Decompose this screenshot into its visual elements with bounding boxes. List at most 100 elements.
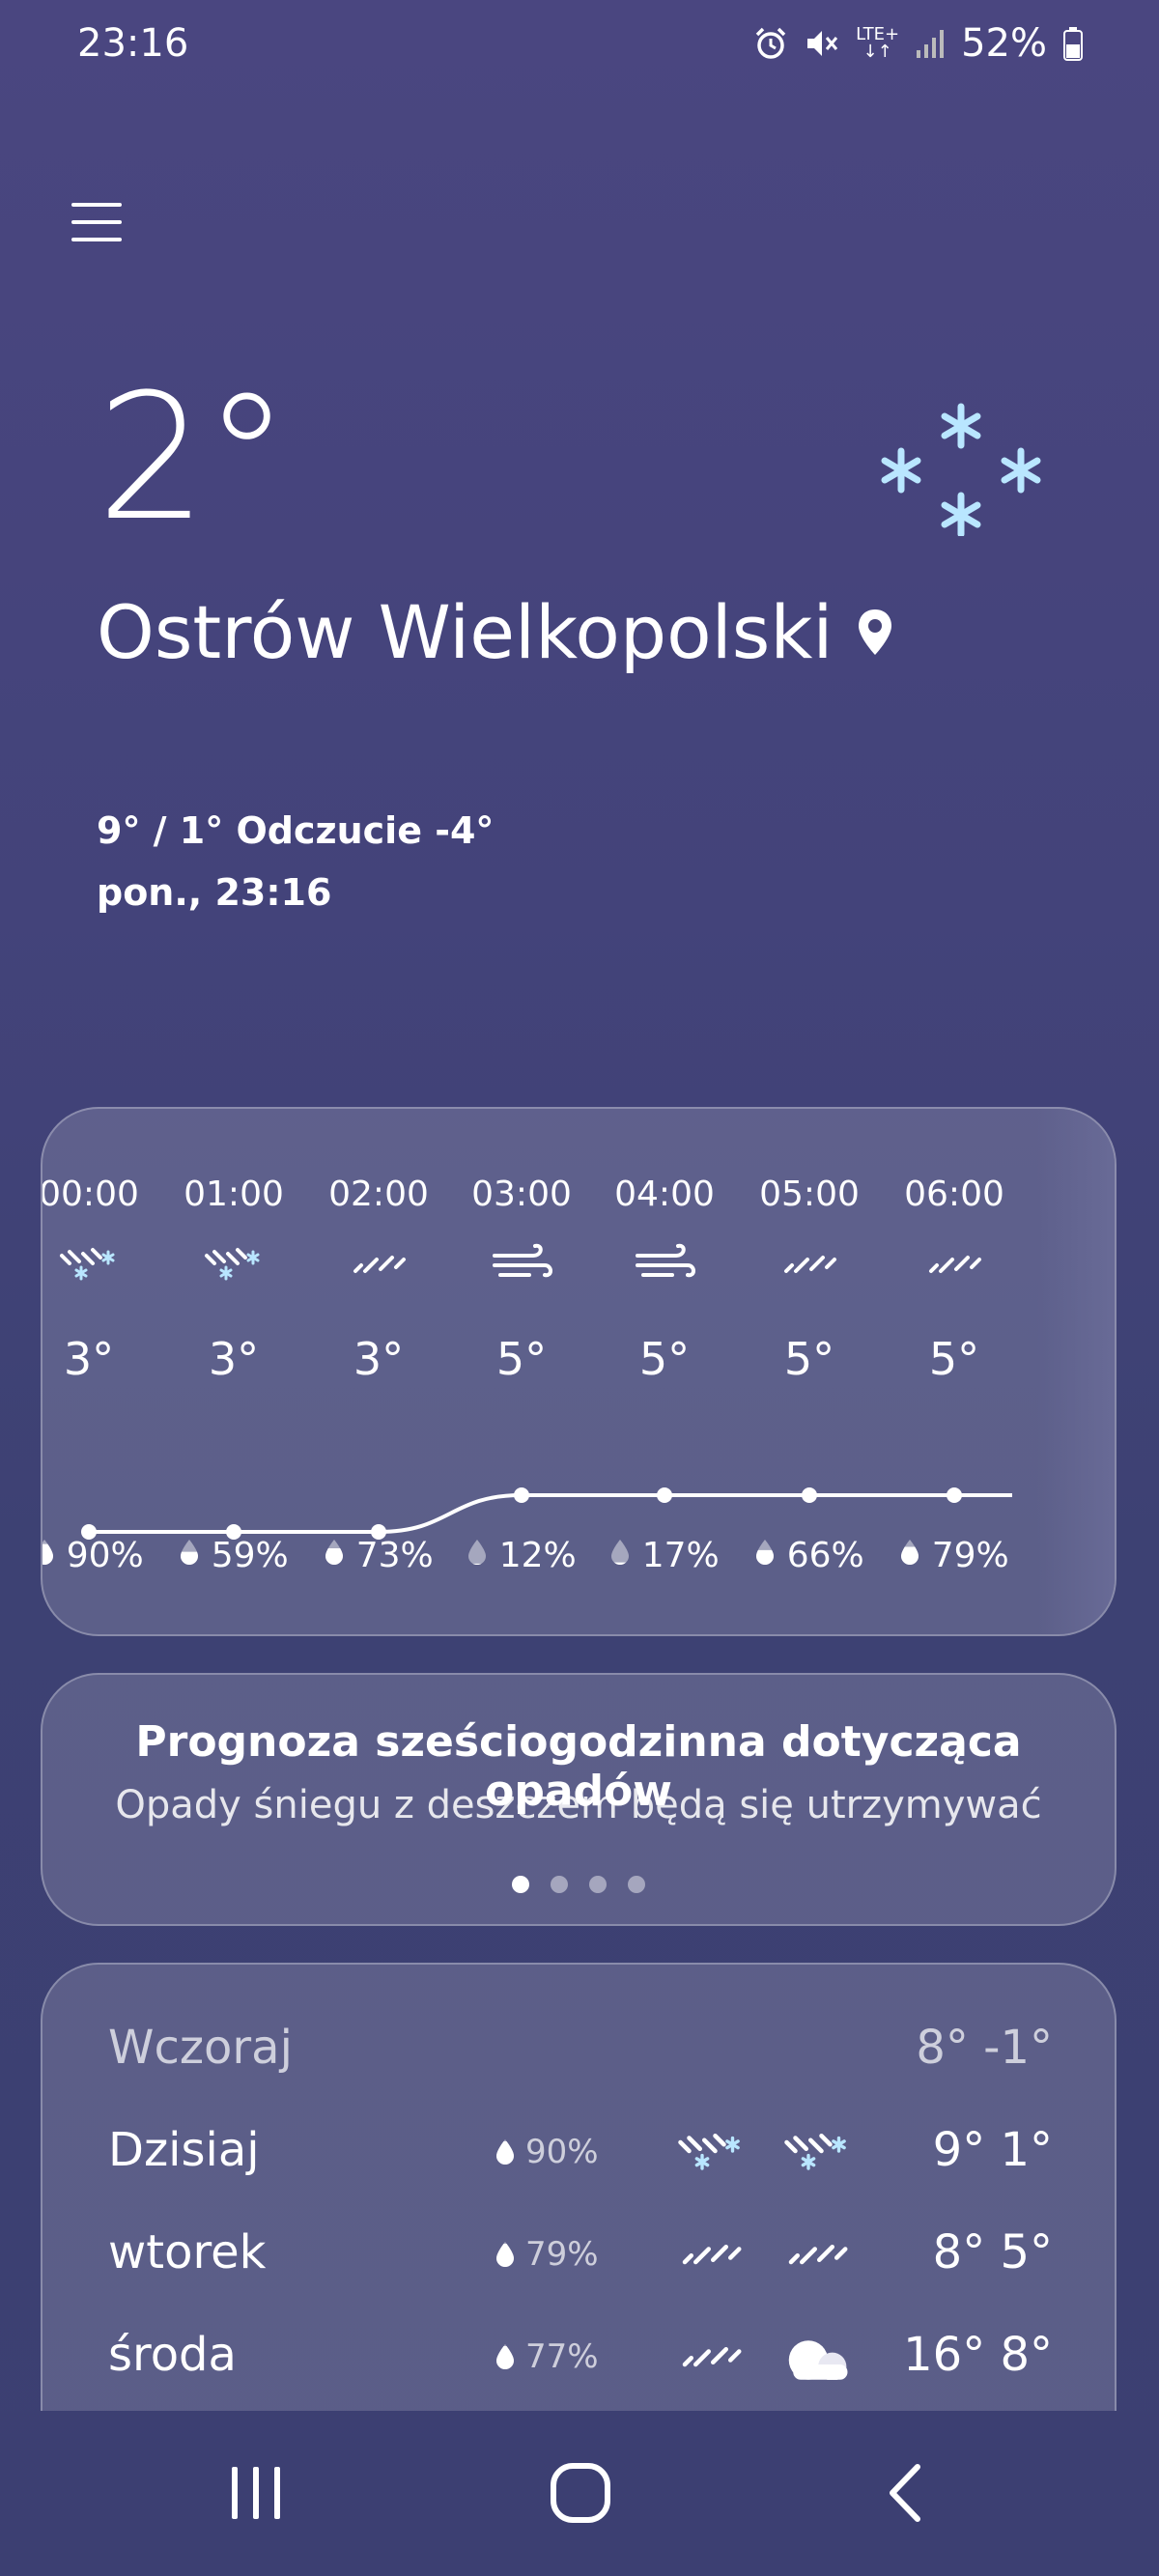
daily-forecast-card[interactable]: Wczoraj 8° -1° Dzisiaj 90% 9° 1° wtorek 79%… (41, 1963, 1117, 2484)
wind-icon (636, 1243, 695, 1278)
hour-time: 01:00 (184, 1175, 284, 1214)
day-temp-range: 8° -1° (916, 2021, 1053, 2075)
hour-weather-icon (634, 1242, 695, 1285)
wind-icon (493, 1243, 552, 1278)
recent-apps-button[interactable] (212, 2459, 299, 2527)
temperature-point (371, 1524, 386, 1540)
hour-time: 02:00 (328, 1175, 429, 1214)
rain-icon (784, 1256, 836, 1273)
hour-temp: 5° (495, 1333, 548, 1385)
daily-row[interactable]: Dzisiaj 90% 9° 1° (42, 2113, 1115, 2191)
raindrop-icon (496, 2344, 514, 2369)
rain-icon (682, 2347, 742, 2367)
day-precip: 77% (495, 2337, 599, 2376)
temperature-point (947, 1487, 962, 1503)
day-precip: 79% (495, 2235, 599, 2274)
day-name: wtorek (108, 2225, 267, 2279)
status-bar: 23:16 LTE+ ↓↑ 52% (0, 0, 1159, 93)
page-dot[interactable] (589, 1876, 607, 1893)
hour-temp: 3° (208, 1333, 260, 1385)
hour-weather-icon (348, 1242, 410, 1285)
hour-time: 03:00 (471, 1175, 572, 1214)
snow-rain-icon (205, 1248, 260, 1281)
current-temperature: 2° (97, 357, 291, 559)
day-icon (676, 2332, 746, 2380)
hour-temp: 3° (63, 1333, 115, 1385)
temperature-point (226, 1524, 241, 1540)
temperature-point (81, 1524, 97, 1540)
rain-icon (929, 1256, 981, 1273)
alarm-icon (755, 27, 786, 59)
temp-range-feels: 9° / 1° Odczucie -4° (97, 809, 495, 852)
day-name: Dzisiaj (108, 2123, 260, 2177)
scroll-fade (1037, 1109, 1115, 1634)
network-label: LTE+ ↓↑ (856, 24, 900, 62)
day-temp-range: 9° 1° (932, 2123, 1053, 2177)
daily-row[interactable]: środa 77% 16° 8° (42, 2318, 1115, 2395)
navigation-bar (0, 2411, 1159, 2576)
page-dot[interactable] (512, 1876, 529, 1893)
night-icon (782, 2127, 852, 2175)
rain-icon (682, 2245, 742, 2265)
hour-weather-icon (778, 1242, 840, 1285)
temperature-point (802, 1487, 817, 1503)
day-temp-range: 8° 5° (932, 2225, 1053, 2279)
day-icon (676, 2229, 746, 2278)
rain-icon (353, 1256, 406, 1273)
location-name: Ostrów Wielkopolski (97, 589, 834, 675)
current-datetime: pon., 23:16 (97, 871, 332, 914)
precipitation-forecast-card[interactable]: Prognoza sześciogodzinna dotycząca opadó… (41, 1673, 1117, 1926)
day-precip-value: 79% (525, 2235, 599, 2274)
day-precip-value: 90% (525, 2133, 599, 2171)
hour-weather-icon (58, 1242, 120, 1285)
location-pin-icon (859, 609, 892, 655)
night-icon (782, 2229, 852, 2278)
precip-forecast-subtitle: Opady śniegu z deszczem będą się utrzymy… (115, 1783, 1042, 1827)
day-precip-value: 77% (525, 2337, 599, 2376)
snow-rain-icon (784, 2134, 846, 2170)
hour-temp: 5° (638, 1333, 691, 1385)
temperature-point (514, 1487, 529, 1503)
temperature-graph (81, 1487, 1012, 1540)
page-dot[interactable] (551, 1876, 568, 1893)
back-button[interactable] (862, 2459, 948, 2527)
hour-temp: 5° (928, 1333, 980, 1385)
snow-rain-icon (60, 1248, 115, 1281)
temperature-line (88, 1493, 1012, 1534)
day-icon (676, 2127, 746, 2175)
hourly-forecast-card[interactable]: 00:00 3° 90% 01:00 3° 59% 02:00 3° 73% 0… (41, 1107, 1117, 1636)
temperature-point (657, 1487, 672, 1503)
hour-weather-icon (491, 1242, 552, 1285)
hour-time: 06:00 (904, 1175, 1004, 1214)
page-dot[interactable] (628, 1876, 645, 1893)
daily-row[interactable]: Wczoraj 8° -1° (42, 2011, 1115, 2088)
snow-rain-icon (678, 2134, 740, 2170)
mute-icon (807, 31, 838, 56)
cloud-icon (788, 2340, 848, 2381)
battery-level: 52% (961, 21, 1047, 66)
hour-time: 04:00 (614, 1175, 715, 1214)
rain-icon (788, 2245, 848, 2265)
location[interactable]: Ostrów Wielkopolski (97, 589, 894, 675)
hour-temp: 5° (783, 1333, 835, 1385)
weather-details: 9° / 1° Odczucie -4° pon., 23:16 (97, 800, 494, 923)
hour-weather-icon (203, 1242, 265, 1285)
day-name: środa (108, 2328, 237, 2382)
hour-time: 00:00 (41, 1175, 139, 1214)
battery-icon (1063, 27, 1083, 61)
page-indicator[interactable] (42, 1876, 1115, 1893)
hour-time: 05:00 (759, 1175, 860, 1214)
status-time: 23:16 (77, 21, 189, 66)
daily-row[interactable]: wtorek 79% 8° 5° (42, 2216, 1115, 2293)
hour-weather-icon (923, 1242, 985, 1285)
status-icons: LTE+ ↓↑ 52% (753, 21, 1084, 66)
night-icon (782, 2332, 852, 2381)
home-button[interactable] (537, 2459, 624, 2527)
signal-icon (917, 30, 945, 58)
menu-icon[interactable] (71, 199, 124, 245)
snow-icon (881, 403, 1041, 536)
raindrop-icon (496, 2139, 514, 2165)
day-name: Wczoraj (108, 2021, 293, 2075)
day-precip: 90% (495, 2133, 599, 2171)
raindrop-icon (496, 2242, 514, 2267)
